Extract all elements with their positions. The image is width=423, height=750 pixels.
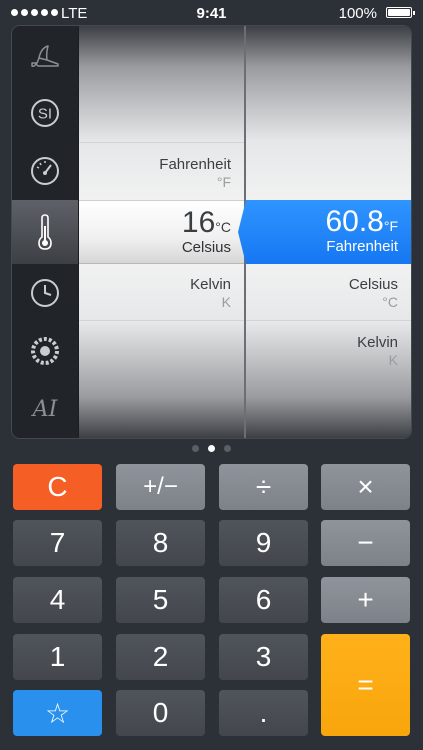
digit-0-button[interactable]: 0 [116, 690, 205, 736]
digit-2-button[interactable]: 2 [116, 634, 205, 680]
category-shoe[interactable] [12, 26, 78, 84]
equals-button[interactable]: = [321, 634, 410, 736]
source-unit-option[interactable]: Fahrenheit °F [159, 156, 231, 190]
clock-icon [31, 279, 59, 307]
favorite-button[interactable]: ☆ [13, 690, 102, 736]
status-bar: LTE 9:41 100% [0, 0, 423, 26]
multiply-button[interactable]: × [321, 464, 410, 510]
target-unit-option[interactable]: Kelvin K [357, 334, 398, 368]
si-icon: SI [31, 99, 59, 127]
gauge-icon [31, 157, 59, 185]
digit-6-button[interactable]: 6 [219, 577, 308, 623]
category-sidebar: SI AI [12, 26, 78, 438]
digit-4-button[interactable]: 4 [13, 577, 102, 623]
source-value: 16 [181, 206, 216, 239]
minus-button[interactable]: − [321, 520, 410, 566]
converter-panel: SI AI Fahrenheit °F Kelvin K Celsius °C … [12, 26, 411, 438]
digit-3-button[interactable]: 3 [219, 634, 308, 680]
category-speed[interactable] [12, 142, 78, 200]
source-unit-symbol: °C [215, 219, 231, 235]
page-dot-current[interactable] [208, 445, 215, 452]
source-unit-option[interactable]: Kelvin K [190, 276, 231, 310]
decimal-button[interactable]: . [219, 690, 308, 736]
shoe-icon [31, 45, 59, 67]
tire-icon [31, 337, 59, 365]
category-temperature[interactable] [12, 200, 78, 264]
battery-icon [386, 7, 415, 18]
star-icon: ☆ [44, 697, 71, 729]
digit-9-button[interactable]: 9 [219, 520, 308, 566]
target-value-display[interactable]: 60.8°F Fahrenheit [238, 200, 411, 264]
digit-7-button[interactable]: 7 [13, 520, 102, 566]
digit-8-button[interactable]: 8 [116, 520, 205, 566]
typography-icon: AI [32, 396, 58, 422]
target-unit-option[interactable]: Celsius °C [349, 276, 398, 310]
page-dot[interactable] [224, 445, 231, 452]
source-unit-name: Celsius [181, 239, 231, 256]
digit-5-button[interactable]: 5 [116, 577, 205, 623]
battery-percentage: 100% [338, 5, 377, 22]
category-typography[interactable]: AI [12, 380, 78, 438]
page-dot[interactable] [192, 445, 199, 452]
plus-button[interactable]: + [321, 577, 410, 623]
target-unit-symbol: °F [383, 218, 398, 234]
target-unit-name: Fahrenheit [326, 238, 398, 255]
source-value-display[interactable]: 16°C Celsius [79, 200, 244, 264]
plus-minus-button[interactable]: +/− [116, 464, 205, 510]
target-value: 60.8 [325, 205, 384, 238]
divide-button[interactable]: ÷ [219, 464, 308, 510]
clear-button[interactable]: C [13, 464, 102, 510]
svg-text:SI: SI [38, 106, 52, 123]
page-indicator[interactable] [0, 445, 423, 452]
thermometer-icon [38, 214, 52, 250]
category-time[interactable] [12, 264, 78, 322]
category-si[interactable]: SI [12, 84, 78, 142]
digit-1-button[interactable]: 1 [13, 634, 102, 680]
category-tire[interactable] [12, 322, 78, 380]
